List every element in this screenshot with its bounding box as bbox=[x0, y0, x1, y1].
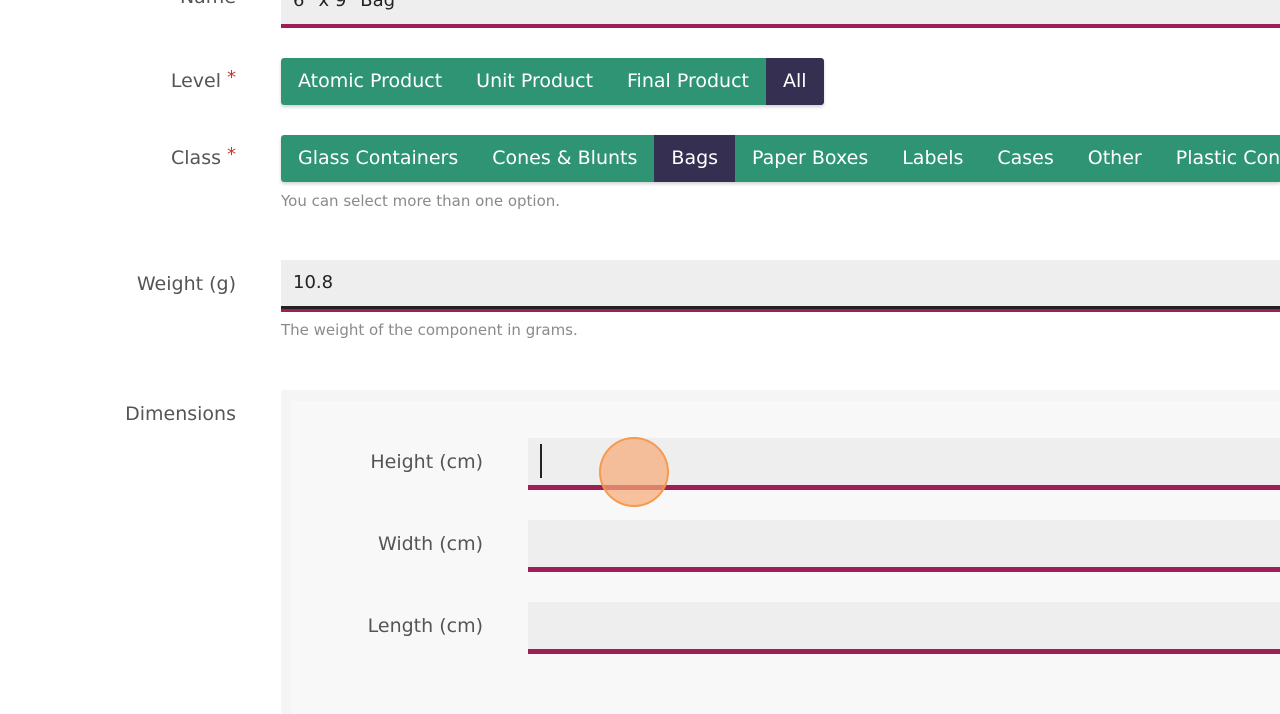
length-input[interactable] bbox=[528, 602, 1280, 654]
weight-input[interactable]: 10.8 bbox=[281, 260, 1280, 312]
text-caret bbox=[540, 444, 542, 478]
level-label-text: Level bbox=[170, 70, 221, 92]
name-input[interactable]: 6" x 9" Bag bbox=[281, 0, 1280, 28]
name-label: Name bbox=[180, 0, 236, 8]
length-label: Length (cm) bbox=[367, 615, 483, 637]
width-label: Width (cm) bbox=[377, 533, 483, 555]
class-option-bags[interactable]: Bags bbox=[654, 135, 736, 182]
level-button-group: Atomic Product Unit Product Final Produc… bbox=[281, 58, 824, 105]
level-label: Level * bbox=[170, 67, 236, 92]
level-option-all[interactable]: All bbox=[766, 58, 824, 105]
class-label-text: Class bbox=[171, 147, 221, 169]
level-option-atomic-product[interactable]: Atomic Product bbox=[281, 58, 460, 105]
level-required-mark: * bbox=[227, 67, 236, 88]
class-option-glass-containers[interactable]: Glass Containers bbox=[281, 135, 476, 182]
class-option-cones-blunts[interactable]: Cones & Blunts bbox=[475, 135, 655, 182]
class-option-plastic-containers[interactable]: Plastic Containers bbox=[1158, 135, 1280, 182]
class-option-cases[interactable]: Cases bbox=[980, 135, 1071, 182]
class-option-paper-boxes[interactable]: Paper Boxes bbox=[735, 135, 886, 182]
class-option-labels[interactable]: Labels bbox=[885, 135, 981, 182]
weight-label: Weight (g) bbox=[137, 273, 236, 295]
class-required-mark: * bbox=[227, 144, 236, 165]
height-label: Height (cm) bbox=[370, 451, 483, 473]
weight-help-text: The weight of the component in grams. bbox=[281, 321, 578, 339]
click-indicator bbox=[599, 437, 669, 507]
width-input[interactable] bbox=[528, 520, 1280, 572]
class-label: Class * bbox=[171, 144, 236, 169]
name-input-value: 6" x 9" Bag bbox=[293, 0, 396, 11]
dimensions-label: Dimensions bbox=[125, 403, 236, 425]
level-option-final-product[interactable]: Final Product bbox=[610, 58, 766, 105]
class-button-group: Glass Containers Cones & Blunts Bags Pap… bbox=[281, 135, 1280, 182]
class-help-text: You can select more than one option. bbox=[281, 192, 561, 210]
level-option-unit-product[interactable]: Unit Product bbox=[459, 58, 611, 105]
class-option-other[interactable]: Other bbox=[1070, 135, 1159, 182]
weight-label-text: Weight (g) bbox=[136, 273, 236, 295]
name-label-text: Name bbox=[180, 0, 236, 8]
weight-input-value: 10.8 bbox=[293, 272, 334, 293]
dimensions-label-text: Dimensions bbox=[125, 403, 236, 425]
